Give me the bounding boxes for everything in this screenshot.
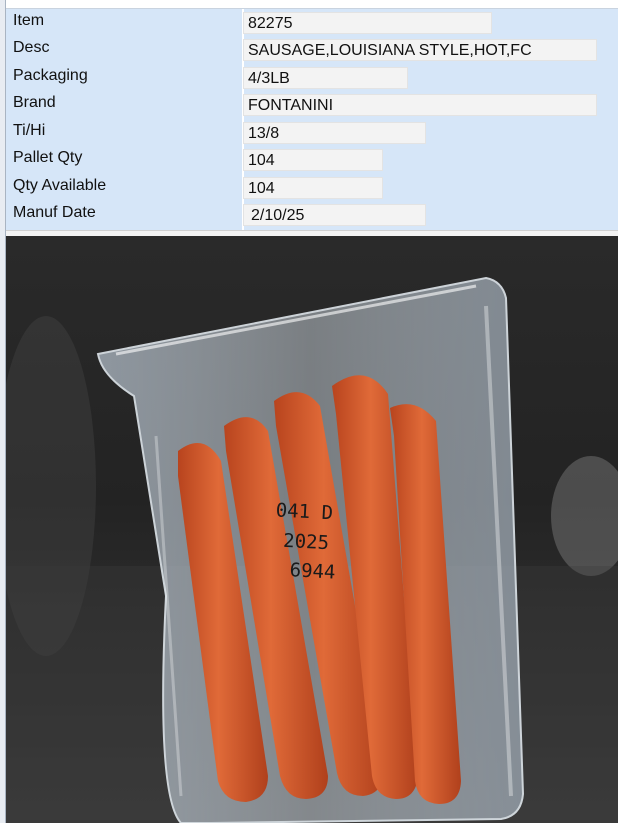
row-brand: Brand FONTANINI <box>6 91 618 118</box>
item-field[interactable]: 82275 <box>243 12 492 34</box>
brand-label: Brand <box>13 94 56 111</box>
stamp-line-1: 041 D <box>275 499 333 524</box>
brand-field[interactable]: FONTANINI <box>243 94 597 116</box>
row-pallet-qty: Pallet Qty 104 <box>6 146 618 173</box>
row-item: Item 82275 <box>6 9 618 36</box>
item-details-panel: Item 82275 Desc SAUSAGE,LOUISIANA STYLE,… <box>6 9 618 230</box>
pallet-qty-field[interactable]: 104 <box>243 149 383 171</box>
qty-available-label: Qty Available <box>13 177 107 194</box>
qty-available-field[interactable]: 104 <box>243 177 383 199</box>
row-tihi: Ti/Hi 13/8 <box>6 119 618 146</box>
product-photo: 041 D 2025 6944 <box>6 236 618 823</box>
manuf-date-field[interactable]: 2/10/25 <box>243 204 426 226</box>
window-top-border <box>0 0 618 9</box>
row-manuf-date: Manuf Date 2/10/25 <box>6 201 618 228</box>
row-desc: Desc SAUSAGE,LOUISIANA STYLE,HOT,FC <box>6 36 618 63</box>
row-qty-available: Qty Available 104 <box>6 174 618 201</box>
item-label: Item <box>13 12 45 29</box>
packaging-label: Packaging <box>13 67 88 84</box>
product-photo-svg: 041 D 2025 6944 <box>6 236 618 823</box>
pallet-qty-label: Pallet Qty <box>13 149 83 166</box>
row-packaging: Packaging 4/3LB <box>6 64 618 91</box>
manuf-date-label: Manuf Date <box>13 204 96 221</box>
packaging-field[interactable]: 4/3LB <box>243 67 408 89</box>
tihi-label: Ti/Hi <box>13 122 46 139</box>
stamp-line-2: 2025 <box>283 530 330 554</box>
desc-field[interactable]: SAUSAGE,LOUISIANA STYLE,HOT,FC <box>243 39 597 61</box>
stamp-line-3: 6944 <box>289 559 336 583</box>
desc-label: Desc <box>13 39 50 56</box>
tihi-field[interactable]: 13/8 <box>243 122 426 144</box>
